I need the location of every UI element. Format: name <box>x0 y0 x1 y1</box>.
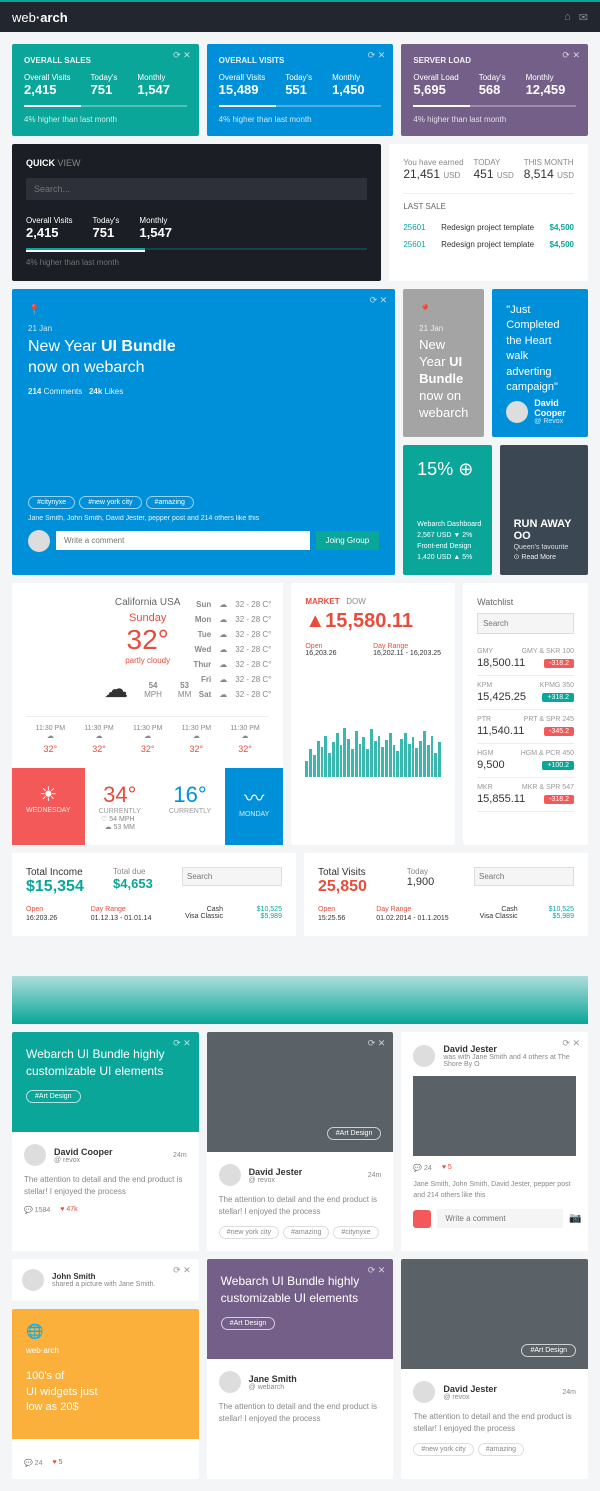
camera-icon[interactable]: 📷 <box>569 1213 581 1224</box>
quote-card: "Just Completed the Heart walk adverting… <box>492 289 588 437</box>
percentage-card: 15% ⊕ Webarch Dashboard2,567 USD ▼ 2% Fr… <box>403 445 491 575</box>
close-icon[interactable]: ✕ <box>183 1038 191 1048</box>
tab-market[interactable]: MARKET <box>305 597 339 606</box>
weather-tile-mon: 〰MONDAY <box>225 768 283 845</box>
social-card-yellow: 🌐 web·arch 100's ofUI widgets justlow as… <box>12 1309 199 1479</box>
social-card-2: ⟳ ✕#Art Design David Jester@ revox24m Th… <box>207 1032 394 1251</box>
weather-card: California USA Sunday 32° partly cloudy … <box>12 583 283 768</box>
logo: web·arch <box>12 10 68 25</box>
overall-visits-card: ⟳ ✕ OVERALL VISITS Overall Visits15,489 … <box>207 44 394 136</box>
tag[interactable]: #Art Design <box>26 1090 81 1103</box>
share-card: ⟳ ✕ John Smithshared a picture with Jane… <box>12 1259 199 1301</box>
social-card-5: #Art Design David Jester@ revox24m The a… <box>401 1259 588 1479</box>
refresh-icon[interactable]: ⟳ <box>370 295 378 305</box>
run-away-card: RUN AWAY OO Queen's favourite ⊙ Read Mor… <box>500 445 588 575</box>
sale-row[interactable]: 25601Redesign project template$4,500 <box>403 236 574 253</box>
refresh-icon[interactable]: ⟳ <box>173 1038 181 1048</box>
tag[interactable]: #amazing <box>146 496 194 509</box>
avatar <box>413 1210 431 1228</box>
market-chart <box>305 697 441 777</box>
avatar <box>413 1045 435 1067</box>
social-card-4: ⟳ ✕ Webarch UI Bundle highly customizabl… <box>207 1259 394 1479</box>
tag[interactable]: #Art Design <box>327 1127 382 1140</box>
weather-tile-current: 34°CURRENTLY♡ 54 MPH ☁ 53 MM <box>85 768 155 845</box>
watchlist-item[interactable]: GMYGMY & SKR 10018,500.11-318.2 <box>477 642 574 676</box>
post-image <box>413 1076 576 1156</box>
social-card-1: ⟳ ✕ Webarch UI Bundle highly customizabl… <box>12 1032 199 1251</box>
bundle-card-gray: 📍 21 Jan New Year UI Bundlenow on webarc… <box>403 289 484 437</box>
pin-icon: 📍 <box>419 305 431 316</box>
quick-view-card: QUICK VIEW Overall Visits2,415 Today's75… <box>12 144 381 281</box>
close-icon[interactable]: ✕ <box>380 295 388 305</box>
mail-icon[interactable]: ✉ <box>579 11 588 24</box>
area-chart <box>12 944 588 1024</box>
avatar <box>219 1164 241 1186</box>
quickview-search-input[interactable] <box>26 178 367 200</box>
avatar <box>22 1269 44 1291</box>
total-income-card: Total Income$15,354 Total due$4,653 Open… <box>12 853 296 936</box>
income-search-input[interactable] <box>182 867 282 886</box>
tag[interactable]: #Art Design <box>521 1344 576 1357</box>
weather-tile-16: 16°CURRENTLY <box>155 768 225 845</box>
avatar <box>28 530 50 552</box>
market-card: MARKET DOW ▲15,580.11 Open16,203.26Day R… <box>291 583 455 845</box>
bundle-card: ⟳ ✕ 📍 21 Jan New Year UI Bundlenow on we… <box>12 289 395 575</box>
server-load-card: ⟳ ✕ SERVER LOAD Overall Load5,695 Today'… <box>401 44 588 136</box>
stats-row: ⟳ ✕ OVERALL SALES Overall Visits2,415 To… <box>12 44 588 136</box>
topbar: web·arch ⌂ ✉ <box>0 0 600 32</box>
watchlist-item[interactable]: HGMHGM & PCR 4509,500+100.2 <box>477 744 574 778</box>
total-visits-card: Total Visits25,850 Today1,900 Open15:25.… <box>304 853 588 936</box>
tag[interactable]: #Art Design <box>221 1317 276 1330</box>
avatar <box>24 1144 46 1166</box>
comment-input[interactable] <box>56 531 310 550</box>
tag[interactable]: #new york city <box>79 496 141 509</box>
sale-row[interactable]: 25601Redesign project template$4,500 <box>403 219 574 236</box>
watchlist-item[interactable]: KPMKPMG 35015,425.25+318.2 <box>477 676 574 710</box>
tag[interactable]: #citynyxe <box>28 496 75 509</box>
avatar <box>413 1381 435 1403</box>
watchlist-card: Watchlist GMYGMY & SKR 10018,500.11-318.… <box>463 583 588 845</box>
visits-search-input[interactable] <box>474 867 574 886</box>
watchlist-item[interactable]: PTRPRT & SPR 24511,540.11-345.2 <box>477 710 574 744</box>
join-group-button[interactable]: Joing Group <box>316 531 380 550</box>
watchlist-search-input[interactable] <box>477 613 574 634</box>
tab-dow[interactable]: DOW <box>346 597 366 606</box>
comment-input[interactable] <box>437 1209 563 1228</box>
read-more-link[interactable]: ⊙ Read More <box>514 553 574 561</box>
watchlist-item[interactable]: MKRMKR & SPR 54715,855.11-318.2 <box>477 778 574 812</box>
social-card-3: ⟳ ✕ David Jesterwas with Jane Smith and … <box>401 1032 588 1251</box>
pin-icon: 📍 <box>28 305 40 316</box>
weather-icon: ☁ <box>104 675 128 704</box>
avatar <box>506 401 528 423</box>
weather-tile-wed: ☀WEDNESDAY <box>12 768 85 845</box>
avatar <box>219 1371 241 1393</box>
overall-sales-card: ⟳ ✕ OVERALL SALES Overall Visits2,415 To… <box>12 44 199 136</box>
home-icon[interactable]: ⌂ <box>564 11 571 24</box>
earnings-card: You have earned21,451 USD TODAY451 USD T… <box>389 144 588 281</box>
